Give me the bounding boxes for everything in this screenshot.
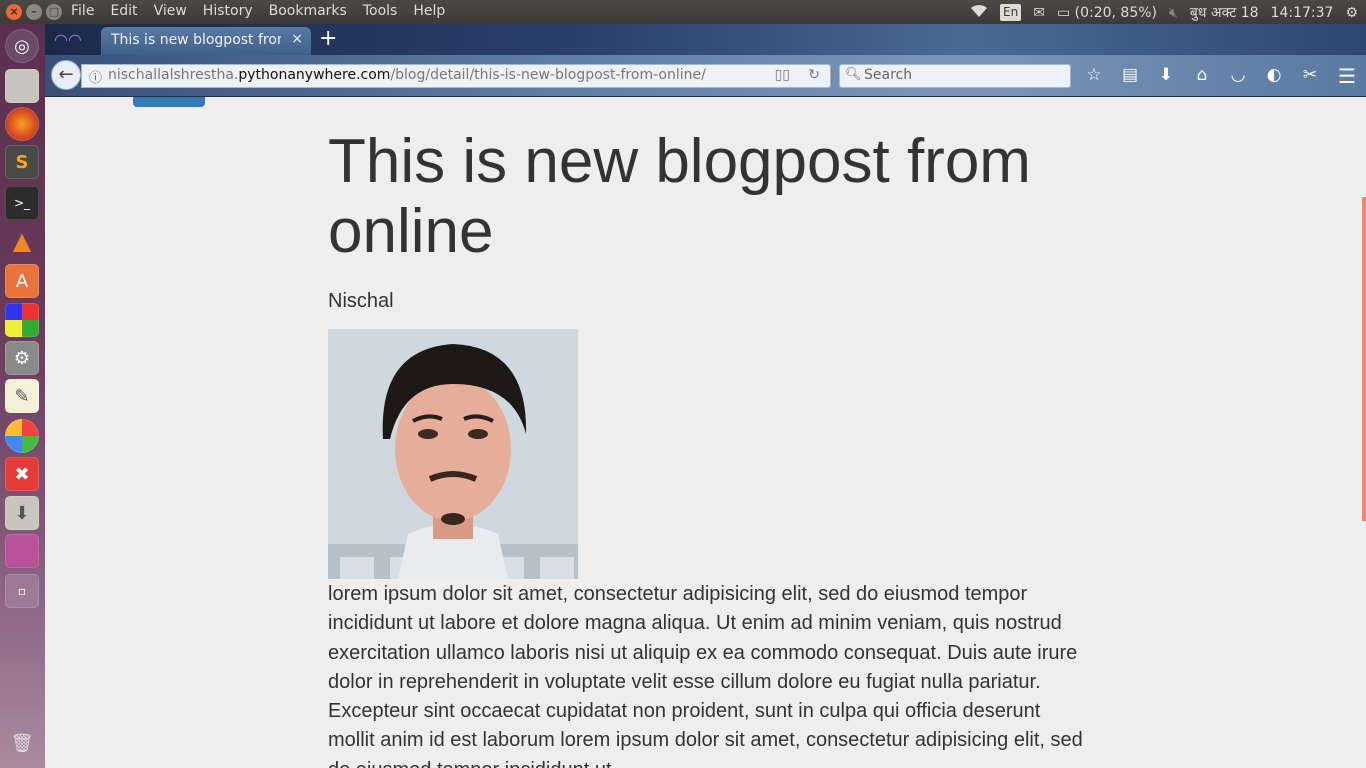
page-content: This is new blogpost from online Nischal <box>45 97 1366 768</box>
keyboard-layout-indicator[interactable]: En <box>1000 4 1022 21</box>
screenshot-icon[interactable]: ✂ <box>1299 65 1321 85</box>
trash-icon[interactable]: 🗑︎ <box>5 726 39 760</box>
menu-bookmarks[interactable]: Bookmarks <box>269 3 347 19</box>
volume-muted-icon[interactable]: 🔇︎ <box>1169 5 1178 21</box>
navigation-bar: ← ⓘ nischallalshrestha.pythonanywhere.co… <box>45 55 1366 97</box>
reader-view-icon[interactable]: ▯▯ <box>775 67 790 83</box>
wifi-icon[interactable] <box>970 4 988 22</box>
menubar: File Edit View History Bookmarks Tools H… <box>71 3 445 19</box>
battery-indicator[interactable]: ▭ (0:20, 85%) <box>1057 5 1157 21</box>
close-tab-icon[interactable]: × <box>291 31 303 47</box>
pocket-icon[interactable]: ◡ <box>1227 65 1249 85</box>
search-bar[interactable]: 🔍︎ Search <box>839 64 1071 88</box>
toolbar-icons: ☆ ▤ ⬇ ⌂ ◡ ◐ ✂ <box>1083 65 1321 85</box>
xampp-icon[interactable]: ✖ <box>5 457 39 491</box>
battery-status: (0:20, 85%) <box>1074 4 1158 21</box>
author-photo <box>328 329 578 579</box>
downloads-icon[interactable]: ⬇ <box>1155 65 1177 85</box>
desktop-icon[interactable]: ▫ <box>5 574 39 608</box>
system-settings-icon[interactable]: ⚙ <box>5 341 39 375</box>
url-domain: pythonanywhere.com <box>238 67 391 83</box>
terminal-icon[interactable]: >_ <box>5 186 39 220</box>
launcher: ◎ S >_ ▲ A ⚙ ✎ ✖ ⬇ ▫ 🗑︎ <box>0 24 45 768</box>
mail-icon[interactable]: ✉ <box>1033 5 1045 21</box>
menu-history[interactable]: History <box>203 3 253 19</box>
window-controls: × – □ <box>6 4 62 20</box>
menu-edit[interactable]: Edit <box>110 3 137 19</box>
post-body: lorem ipsum dolor sit amet, consectetur … <box>328 583 1083 768</box>
url-path: /blog/detail/this-is-new-blogpost-from-o… <box>390 67 706 83</box>
firefox-icon[interactable] <box>5 107 39 141</box>
tab-active[interactable]: This is new blogpost from online × <box>101 27 311 55</box>
system-indicators: En ✉ ▭ (0:20, 85%) 🔇︎ बुध अक्ट 18 14:17:… <box>970 3 1358 22</box>
menu-view[interactable]: View <box>154 3 187 19</box>
private-browsing-mask-icon: ◠◠ <box>54 30 82 49</box>
minimize-window-button[interactable]: – <box>26 4 42 20</box>
menu-tools[interactable]: Tools <box>363 3 398 19</box>
blog-post: This is new blogpost from online Nischal <box>328 127 1088 768</box>
bookmarks-menu-icon[interactable]: ▤ <box>1119 65 1141 85</box>
close-window-button[interactable]: × <box>6 4 22 20</box>
post-author: Nischal <box>328 290 394 312</box>
hamburger-menu-icon[interactable]: ☰ <box>1338 64 1356 88</box>
pinta-icon[interactable] <box>5 419 39 453</box>
text-editor-icon[interactable]: ✎ <box>5 379 39 413</box>
files-icon[interactable] <box>5 69 39 103</box>
search-icon: 🔍︎ <box>845 67 862 82</box>
post-title: This is new blogpost from online <box>328 127 1031 266</box>
software-center-icon[interactable]: A <box>5 264 39 298</box>
sublime-icon[interactable]: S <box>5 145 39 179</box>
url-prefix: nischallalshrestha. <box>108 67 239 83</box>
search-placeholder: Search <box>864 67 913 83</box>
menu-file[interactable]: File <box>71 3 94 19</box>
site-info-icon[interactable]: ⓘ <box>89 67 102 86</box>
back-arrow-icon: ← <box>58 64 74 85</box>
session-gear-icon[interactable]: ⚙ <box>1345 5 1358 21</box>
workspaces-icon[interactable] <box>5 303 39 337</box>
date-text[interactable]: बुध अक्ट 18 <box>1190 3 1259 22</box>
bookmark-star-icon[interactable]: ☆ <box>1083 65 1105 85</box>
window-icon[interactable] <box>5 534 39 568</box>
top-panel: × – □ File Edit View History Bookmarks T… <box>0 0 1366 24</box>
reload-icon[interactable]: ↻ <box>808 67 820 83</box>
menu-help[interactable]: Help <box>413 3 445 19</box>
vlc-icon[interactable]: ▲ <box>5 224 39 258</box>
maximize-window-button[interactable]: □ <box>46 4 62 20</box>
installer-icon[interactable]: ⬇ <box>5 496 39 530</box>
partial-nav-button[interactable] <box>133 97 205 107</box>
clock-text[interactable]: 14:17:37 <box>1271 5 1334 21</box>
home-icon[interactable]: ⌂ <box>1191 65 1213 85</box>
back-button[interactable]: ← <box>51 60 81 90</box>
scrollbar-thumb[interactable] <box>1362 197 1366 521</box>
tab-bar: ◠◠ This is new blogpost from online × + <box>45 24 1366 55</box>
battery-icon: ▭ <box>1056 4 1071 21</box>
tab-title: This is new blogpost from online <box>111 32 281 48</box>
url-bar[interactable]: ⓘ nischallalshrestha.pythonanywhere.com/… <box>81 64 831 88</box>
new-tab-button[interactable]: + <box>319 27 337 51</box>
extension-icon[interactable]: ◐ <box>1263 65 1285 85</box>
dash-icon[interactable]: ◎ <box>5 29 39 63</box>
